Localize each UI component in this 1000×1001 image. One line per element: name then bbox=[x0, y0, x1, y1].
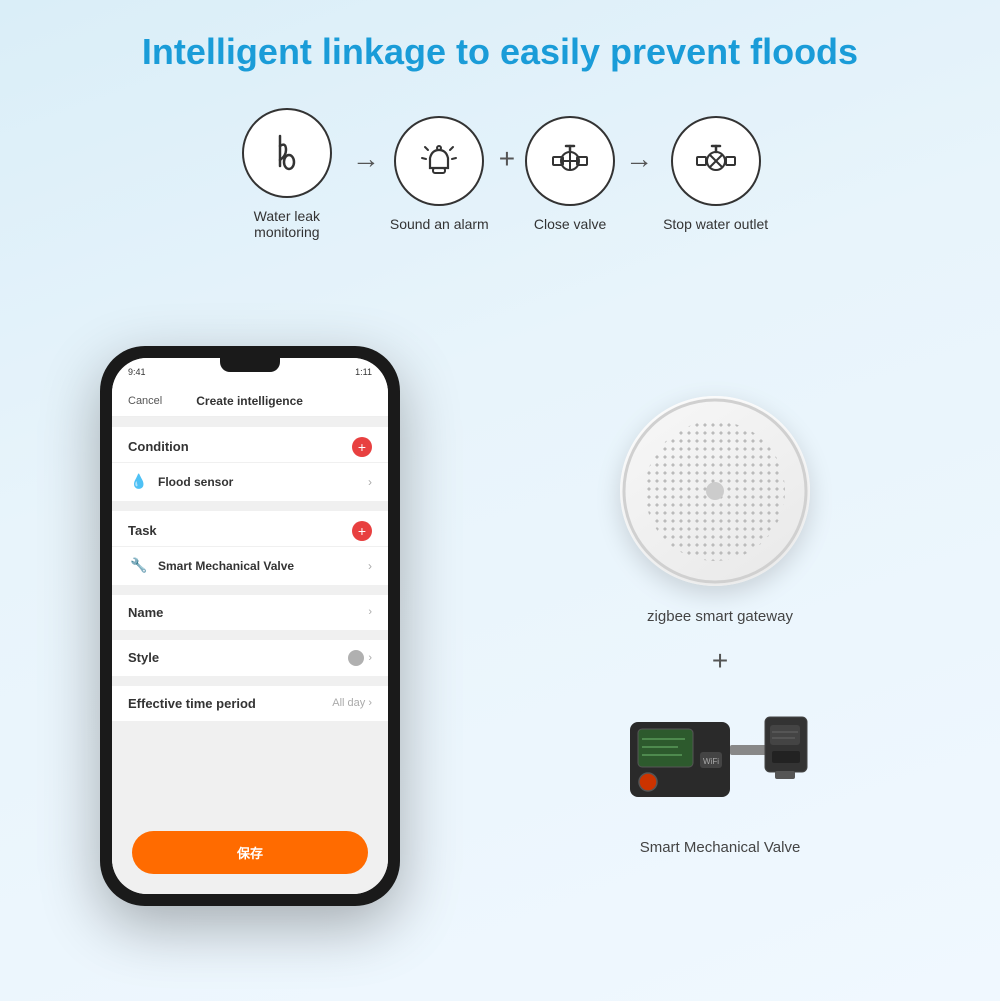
flow-diagram: Water leak monitoring → Sound an alarm bbox=[40, 108, 960, 240]
flow-circle-stop bbox=[671, 116, 761, 206]
phone-status-time-left: 9:41 bbox=[128, 367, 146, 377]
gateway-center-dot bbox=[706, 482, 724, 500]
phone-style-dot bbox=[348, 650, 364, 666]
phone-column: 9:41 1:11 Cancel Create intelligence bbox=[40, 280, 460, 971]
phone-condition-add-button[interactable]: + bbox=[352, 437, 372, 457]
phone-condition-flood-row[interactable]: 💧 Flood sensor › bbox=[112, 462, 388, 501]
phone-save-area: 保存 bbox=[112, 821, 388, 894]
flow-circle-valve bbox=[525, 116, 615, 206]
gateway-image bbox=[620, 396, 820, 596]
phone-nav-bar: Cancel Create intelligence bbox=[112, 386, 388, 417]
phone-task-section: Task + 🔧 Smart Mechanical Valve › bbox=[112, 511, 388, 585]
phone-task-add-button[interactable]: + bbox=[352, 521, 372, 541]
valve-label: Smart Mechanical Valve bbox=[640, 839, 801, 856]
phone-cancel-button[interactable]: Cancel bbox=[128, 395, 162, 407]
phone-condition-header: Condition + bbox=[112, 427, 388, 462]
phone-mockup: 9:41 1:11 Cancel Create intelligence bbox=[100, 346, 400, 906]
flow-arrow-2: → bbox=[625, 143, 653, 175]
valve-icon bbox=[545, 136, 595, 186]
phone-condition-section: Condition + 💧 Flood sensor › bbox=[112, 427, 388, 501]
phone-notch bbox=[220, 358, 280, 372]
valve-device-svg: WiFi bbox=[610, 697, 830, 827]
phone-style-label: Style bbox=[128, 650, 159, 665]
phone-screen: 9:41 1:11 Cancel Create intelligence bbox=[112, 358, 388, 894]
phone-valve-label: Smart Mechanical Valve bbox=[158, 559, 294, 573]
phone-valve-chevron: › bbox=[368, 559, 372, 573]
phone-task-valve-row[interactable]: 🔧 Smart Mechanical Valve › bbox=[112, 546, 388, 585]
phone-valve-icon: 🔧 bbox=[128, 555, 150, 577]
phone-name-row[interactable]: Name › bbox=[112, 595, 388, 630]
phone-status-bar: 9:41 1:11 bbox=[112, 358, 388, 386]
flow-step-stop: Stop water outlet bbox=[663, 116, 768, 232]
flow-step-water-leak: Water leak monitoring bbox=[232, 108, 342, 240]
flow-plus: + bbox=[499, 143, 515, 175]
phone-content: Condition + 💧 Flood sensor › bbox=[112, 417, 388, 821]
valve-image: WiFi bbox=[610, 697, 830, 827]
phone-save-button[interactable]: 保存 bbox=[132, 831, 368, 874]
phone-time-label: Effective time period bbox=[128, 696, 256, 711]
flow-label-valve: Close valve bbox=[534, 216, 606, 232]
page-title: Intelligent linkage to easily prevent fl… bbox=[142, 30, 858, 73]
flow-arrow-1: → bbox=[352, 143, 380, 175]
flow-label-alarm: Sound an alarm bbox=[390, 216, 489, 232]
gateway-product: zigbee smart gateway bbox=[620, 396, 820, 625]
flow-label-stop: Stop water outlet bbox=[663, 216, 768, 232]
stop-water-icon bbox=[691, 136, 741, 186]
phone-flood-chevron: › bbox=[368, 475, 372, 489]
water-leak-icon bbox=[262, 128, 312, 178]
phone-task-valve-left: 🔧 Smart Mechanical Valve bbox=[128, 555, 294, 577]
bottom-row: 9:41 1:11 Cancel Create intelligence bbox=[40, 280, 960, 971]
flow-step-alarm: Sound an alarm bbox=[390, 116, 489, 232]
flow-circle-alarm bbox=[394, 116, 484, 206]
phone-status-time-right: 1:11 bbox=[355, 367, 372, 377]
right-column: zigbee smart gateway + bbox=[480, 280, 960, 971]
phone-condition-flood-left: 💧 Flood sensor bbox=[128, 471, 233, 493]
flow-circle-water-leak bbox=[242, 108, 332, 198]
gateway-label: zigbee smart gateway bbox=[647, 608, 793, 625]
gateway-shape bbox=[620, 396, 810, 586]
phone-style-row[interactable]: Style › bbox=[112, 640, 388, 676]
phone-name-label: Name bbox=[128, 605, 163, 620]
phone-flood-icon: 💧 bbox=[128, 471, 150, 493]
phone-condition-title: Condition bbox=[128, 439, 189, 454]
flow-label-water-leak: Water leak monitoring bbox=[232, 208, 342, 240]
phone-task-header: Task + bbox=[112, 511, 388, 546]
phone-nav-title: Create intelligence bbox=[196, 394, 303, 408]
phone-task-title: Task bbox=[128, 523, 157, 538]
valve-product: WiFi Smart Mechanical Valve bbox=[610, 697, 830, 856]
phone-time-value: All day › bbox=[332, 697, 372, 709]
phone-flood-label: Flood sensor bbox=[158, 475, 233, 489]
products-plus-divider: + bbox=[712, 645, 728, 677]
flow-step-valve: Close valve bbox=[525, 116, 615, 232]
phone-time-row[interactable]: Effective time period All day › bbox=[112, 686, 388, 721]
alarm-icon bbox=[414, 136, 464, 186]
phone-style-value: › bbox=[348, 650, 372, 666]
page-wrapper: Intelligent linkage to easily prevent fl… bbox=[0, 0, 1000, 1001]
svg-text:WiFi: WiFi bbox=[703, 757, 719, 766]
phone-name-chevron: › bbox=[368, 606, 372, 618]
